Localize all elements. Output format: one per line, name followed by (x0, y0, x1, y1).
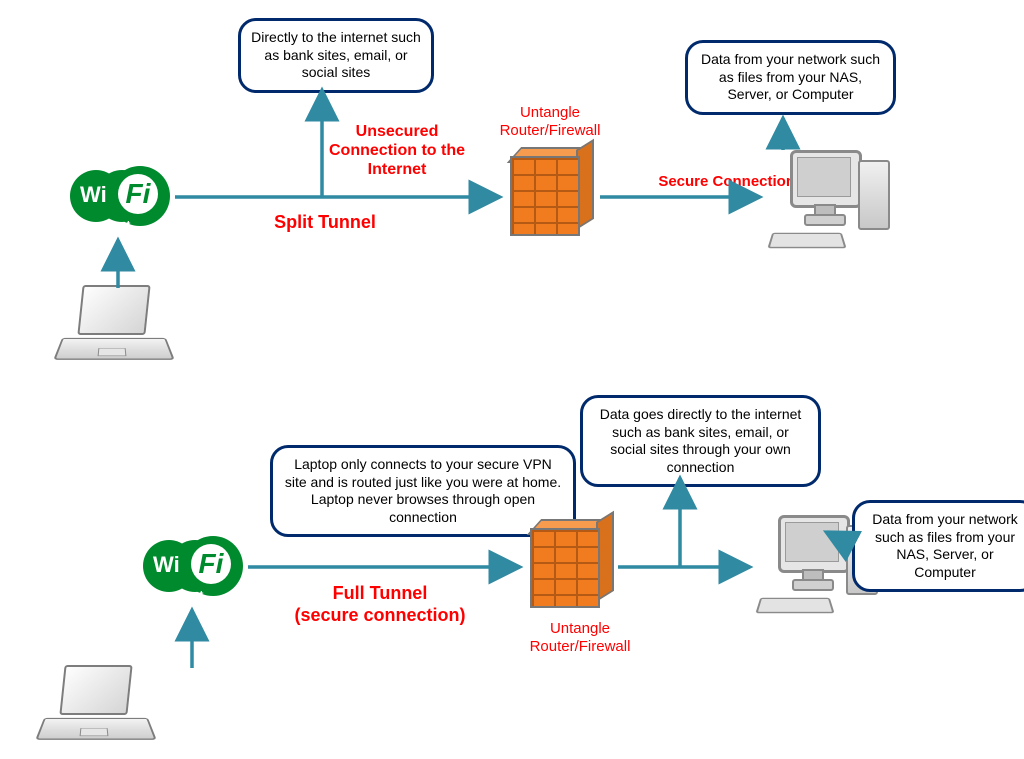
wifi-wi-b: Wi (153, 552, 180, 578)
wifi-icon-top: Free Wi Fi spot (70, 160, 170, 232)
callout-bottom-internet: Data goes directly to the internet such … (580, 395, 821, 487)
callout-top-internet: Directly to the internet such as bank si… (238, 18, 434, 93)
desktop-icon-top (770, 150, 890, 260)
wifi-free: Free (98, 158, 123, 172)
label-unsecured: Unsecured Connection to the Internet (327, 122, 467, 180)
label-split-tunnel: Split Tunnel (235, 212, 415, 234)
callout-top-nas: Data from your network such as files fro… (685, 40, 896, 115)
label-firewall-top: Untangle Router/Firewall (480, 104, 620, 140)
wifi-free-b: Free (171, 528, 196, 542)
wifi-fi-b: Fi (191, 544, 231, 584)
firewall-icon-bottom (530, 520, 610, 608)
wifi-fi: Fi (118, 174, 158, 214)
firewall-icon-top (510, 148, 590, 236)
label-firewall-bottom: Untangle Router/Firewall (510, 620, 650, 656)
wifi-spot-b: spot (178, 588, 203, 602)
laptop-bottom (40, 665, 160, 750)
wifi-wi: Wi (80, 182, 107, 208)
laptop-top (58, 285, 178, 370)
wifi-spot: spot (105, 218, 130, 232)
label-full-tunnel: Full Tunnel (secure connection) (270, 583, 490, 626)
callout-bottom-nas: Data from your network such as files fro… (852, 500, 1024, 592)
wifi-icon-bottom: Free Wi Fi spot (143, 530, 243, 602)
